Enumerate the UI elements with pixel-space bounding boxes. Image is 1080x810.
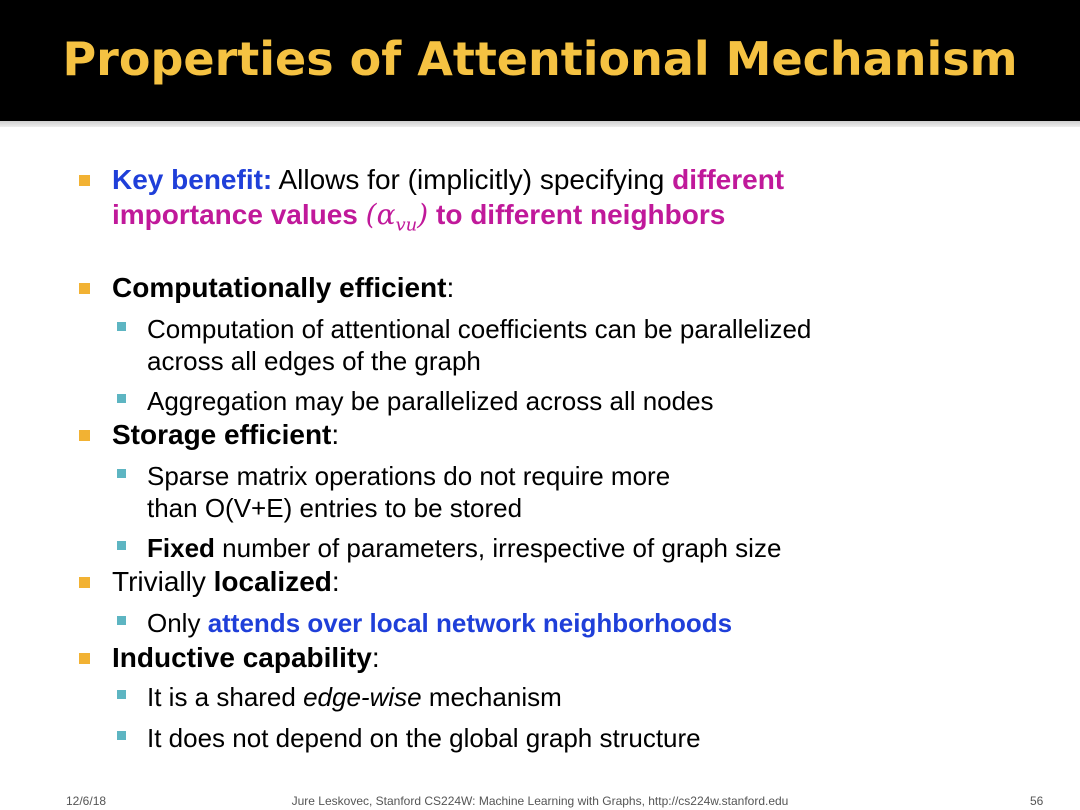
bullet-square-icon	[79, 653, 90, 664]
sub-bullet-square-icon	[117, 731, 126, 740]
sub-bullet-parallel-coefficients: Computation of attentional coefficients …	[147, 313, 1007, 377]
page-number: 56	[1030, 794, 1044, 808]
fixed-label: Fixed	[147, 533, 215, 563]
bullet-square-icon	[79, 577, 90, 588]
sub-bullet-text-line2: across all edges of the graph	[147, 346, 481, 376]
slide-body: Key benefit: Allows for (implicitly) spe…	[0, 0, 1080, 810]
key-benefit-text: Allows for (implicitly) specifying	[272, 164, 673, 195]
formula-alpha: α	[376, 198, 396, 231]
sub-bullet-square-icon	[117, 469, 126, 478]
highlight-different: different	[672, 164, 785, 195]
formula-open-paren: (	[365, 198, 377, 231]
colon: :	[331, 419, 340, 450]
formula-subscript: vu	[395, 214, 418, 236]
key-benefit-label: Key benefit:	[112, 164, 273, 195]
colon: :	[331, 566, 340, 597]
sub-bullet-text-line1: Sparse matrix operations do not require …	[147, 461, 671, 491]
heading-storage-efficient: Storage efficient	[112, 419, 332, 450]
bullet-square-icon	[79, 283, 90, 294]
sub-bullet-square-icon	[117, 394, 126, 403]
bullet-inductive: Inductive capability:	[112, 640, 1012, 675]
highlight-neighbors: to different neighbors	[428, 199, 726, 230]
trivially-text: Trivially	[112, 566, 214, 597]
highlight-importance: importance values	[112, 199, 366, 230]
sub-bullet-text-line2: than O(V+E) entries to be stored	[147, 493, 523, 523]
sub-bullet-text: It is a shared	[147, 682, 304, 712]
sub-bullet-edge-wise: It is a shared edge-wise mechanism	[147, 681, 1007, 713]
formula-close-paren: )	[417, 198, 429, 231]
sub-bullet-aggregation: Aggregation may be parallelized across a…	[147, 385, 1007, 417]
bullet-computationally-efficient: Computationally efficient:	[112, 270, 1012, 305]
heading-localized: localized	[213, 566, 332, 597]
sub-bullet-square-icon	[117, 616, 126, 625]
sub-bullet-local-neighborhoods: Only attends over local network neighbor…	[147, 607, 1007, 639]
sub-bullet-sparse-matrix: Sparse matrix operations do not require …	[147, 460, 1007, 524]
only-text: Only	[147, 608, 208, 638]
bullet-key-benefit: Key benefit: Allows for (implicitly) spe…	[112, 162, 1012, 243]
sub-bullet-square-icon	[117, 690, 126, 699]
sub-bullet-text: It does not depend on the global graph s…	[147, 723, 701, 753]
heading-inductive-capability: Inductive capability	[112, 642, 372, 673]
sub-bullet-square-icon	[117, 322, 126, 331]
alpha-formula: (αvu)	[365, 198, 429, 236]
highlight-local-neighborhoods: attends over local network neighborhoods	[207, 608, 733, 638]
sub-bullet-fixed-params: Fixed number of parameters, irrespective…	[147, 532, 1007, 564]
bullet-localized: Trivially localized:	[112, 564, 1012, 599]
bullet-storage-efficient: Storage efficient:	[112, 417, 1012, 452]
colon: :	[446, 272, 455, 303]
sub-bullet-text: Aggregation may be parallelized across a…	[147, 386, 714, 416]
sub-bullet-text-line1: Computation of attentional coefficients …	[147, 314, 812, 344]
sub-bullet-square-icon	[117, 541, 126, 550]
sub-bullet-global-structure: It does not depend on the global graph s…	[147, 722, 1007, 754]
footer-credit: Jure Leskovec, Stanford CS224W: Machine …	[291, 794, 789, 808]
colon: :	[371, 642, 380, 673]
heading-computationally-efficient: Computationally efficient	[112, 272, 447, 303]
bullet-square-icon	[79, 430, 90, 441]
edge-wise-italic: edge-wise	[303, 682, 422, 712]
sub-bullet-text-end: mechanism	[421, 682, 562, 712]
bullet-square-icon	[79, 175, 90, 186]
sub-bullet-text: number of parameters, irrespective of gr…	[214, 533, 782, 563]
